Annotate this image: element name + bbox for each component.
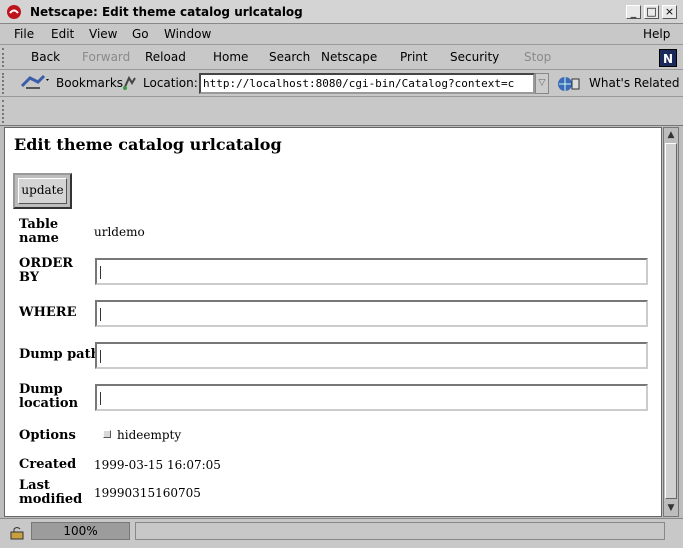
text-cursor — [100, 308, 101, 321]
maximize-button[interactable]: □ — [644, 5, 659, 19]
vertical-scrollbar[interactable]: ▲ ▼ — [663, 127, 679, 517]
window-title: Netscape: Edit theme catalog urlcatalog — [30, 5, 303, 19]
dump-path-input[interactable] — [95, 342, 648, 369]
print-button[interactable]: Print — [400, 50, 428, 64]
scroll-up-arrow[interactable]: ▲ — [665, 129, 677, 142]
url-dropdown-arrow[interactable]: ▽ — [535, 73, 549, 94]
location-bar: Bookmarks Location: http://localhost:808… — [0, 70, 683, 97]
forward-button[interactable]: Forward — [82, 50, 130, 64]
table-name-label: Table name — [19, 217, 59, 246]
toolbar-grip[interactable] — [2, 48, 10, 67]
netscape-logo[interactable]: N — [659, 49, 677, 67]
dump-location-label: Dump location — [19, 382, 79, 411]
order-by-label: ORDER BY — [19, 256, 74, 285]
page-heading: Edit theme catalog urlcatalog — [14, 135, 282, 154]
stop-button[interactable]: Stop — [524, 50, 551, 64]
whats-related-button[interactable]: What's Related — [589, 76, 679, 90]
menu-go[interactable]: Go — [132, 27, 149, 41]
netscape-button[interactable]: Netscape — [321, 50, 377, 64]
netscape-app-icon — [7, 5, 21, 19]
scroll-thumb[interactable] — [665, 143, 677, 499]
title-bar: Netscape: Edit theme catalog urlcatalog … — [0, 0, 683, 24]
table-name-value: urldemo — [94, 225, 145, 239]
text-cursor — [100, 350, 101, 363]
minimize-button[interactable]: _ — [626, 5, 641, 19]
reload-button[interactable]: Reload — [145, 50, 186, 64]
text-cursor — [100, 392, 101, 405]
menu-file[interactable]: File — [14, 27, 34, 41]
where-label: WHERE — [19, 305, 77, 320]
status-bar: 100% — [0, 518, 683, 548]
last-modified-value: 19990315160705 — [94, 486, 201, 500]
menu-bar: File Edit View Go Window Help — [0, 24, 683, 45]
hideempty-checkbox[interactable] — [103, 430, 111, 438]
search-button[interactable]: Search — [269, 50, 310, 64]
dump-location-input[interactable] — [95, 384, 648, 411]
personal-toolbar-grip[interactable] — [2, 100, 10, 123]
zoom-level: 100% — [31, 522, 130, 540]
bookmarks-button[interactable]: Bookmarks — [56, 76, 123, 90]
hideempty-label: hideempty — [117, 428, 182, 442]
personal-toolbar — [0, 97, 683, 126]
order-by-input[interactable] — [95, 258, 648, 285]
update-button-frame: update — [13, 173, 72, 209]
last-modified-label: Last modified — [19, 478, 83, 507]
location-grip[interactable] — [2, 73, 10, 94]
created-value: 1999-03-15 16:07:05 — [94, 458, 221, 472]
update-button[interactable]: update — [18, 178, 67, 204]
security-button[interactable]: Security — [450, 50, 499, 64]
home-button[interactable]: Home — [213, 50, 248, 64]
navigation-toolbar: Back Forward Reload Home Search Netscape… — [0, 45, 683, 70]
page-content: Edit theme catalog urlcatalog update Tab… — [4, 127, 662, 517]
menu-help[interactable]: Help — [643, 27, 670, 41]
where-input[interactable] — [95, 300, 648, 327]
created-label: Created — [19, 457, 77, 472]
options-label: Options — [19, 428, 76, 443]
security-lock-icon[interactable] — [9, 526, 25, 540]
menu-edit[interactable]: Edit — [51, 27, 74, 41]
url-input[interactable]: http://localhost:8080/cgi-bin/Catalog?co… — [199, 73, 535, 94]
bookmarks-icon[interactable] — [20, 74, 52, 92]
whats-related-icon[interactable] — [556, 75, 582, 93]
back-button[interactable]: Back — [31, 50, 60, 64]
location-label: Location: — [143, 76, 198, 90]
location-icon[interactable] — [121, 75, 137, 91]
scroll-down-arrow[interactable]: ▼ — [665, 502, 677, 515]
menu-window[interactable]: Window — [164, 27, 211, 41]
menu-view[interactable]: View — [89, 27, 117, 41]
status-text — [135, 522, 665, 540]
text-cursor — [100, 266, 101, 279]
close-button[interactable]: × — [662, 5, 677, 19]
dump-path-label: Dump path — [19, 347, 101, 362]
